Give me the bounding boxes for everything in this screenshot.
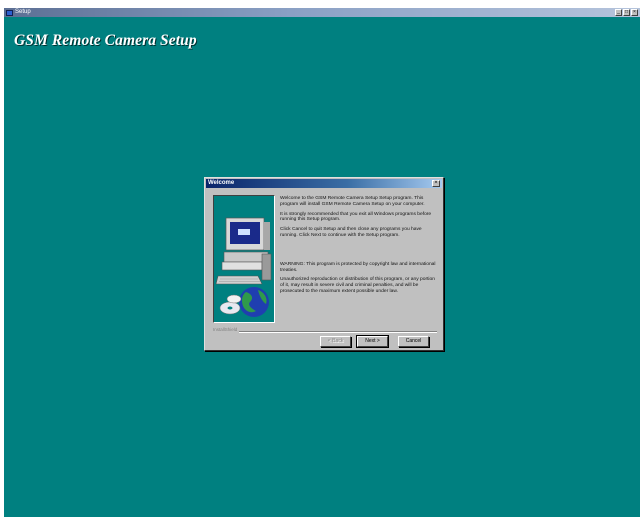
- welcome-paragraph: Welcome to the GSM Remote Camera Setup S…: [280, 196, 425, 207]
- window-titlebar[interactable]: Setup _ □ ×: [4, 8, 640, 17]
- app-title: GSM Remote Camera Setup: [14, 32, 197, 49]
- welcome-dialog: Welcome × Welcome to the GSM Remote Came…: [204, 177, 444, 351]
- globe-icon: [219, 287, 269, 317]
- dialog-close-button[interactable]: ×: [432, 180, 440, 187]
- cancel-button[interactable]: Cancel: [398, 336, 429, 347]
- maximize-button[interactable]: □: [623, 9, 630, 16]
- setup-window: Setup _ □ × GSM Remote Camera Setup Welc…: [4, 8, 640, 517]
- installshield-label: InstallShield: [213, 327, 240, 333]
- window-controls: _ □ ×: [615, 9, 638, 16]
- welcome-paragraph: Click Cancel to quit Setup and then clos…: [280, 227, 422, 238]
- dialog-titlebar[interactable]: Welcome ×: [206, 179, 442, 188]
- footer-divider: [213, 331, 437, 333]
- close-button[interactable]: ×: [631, 9, 638, 16]
- window-title: Setup: [15, 9, 31, 15]
- setup-app-icon: [6, 9, 13, 16]
- welcome-paragraph: It is strongly recommended that you exit…: [280, 211, 432, 223]
- welcome-text: Welcome to the GSM Remote Camera Setup S…: [280, 196, 438, 299]
- warning-paragraph: Unauthorized reproduction or distributio…: [280, 277, 435, 294]
- back-button[interactable]: < Back: [320, 336, 351, 347]
- minimize-button[interactable]: _: [615, 9, 622, 16]
- setup-illustration: [213, 195, 275, 323]
- warning-paragraph: WARNING: This program is protected by co…: [280, 261, 436, 273]
- next-button[interactable]: Next >: [356, 335, 389, 348]
- dialog-title: Welcome: [208, 180, 235, 186]
